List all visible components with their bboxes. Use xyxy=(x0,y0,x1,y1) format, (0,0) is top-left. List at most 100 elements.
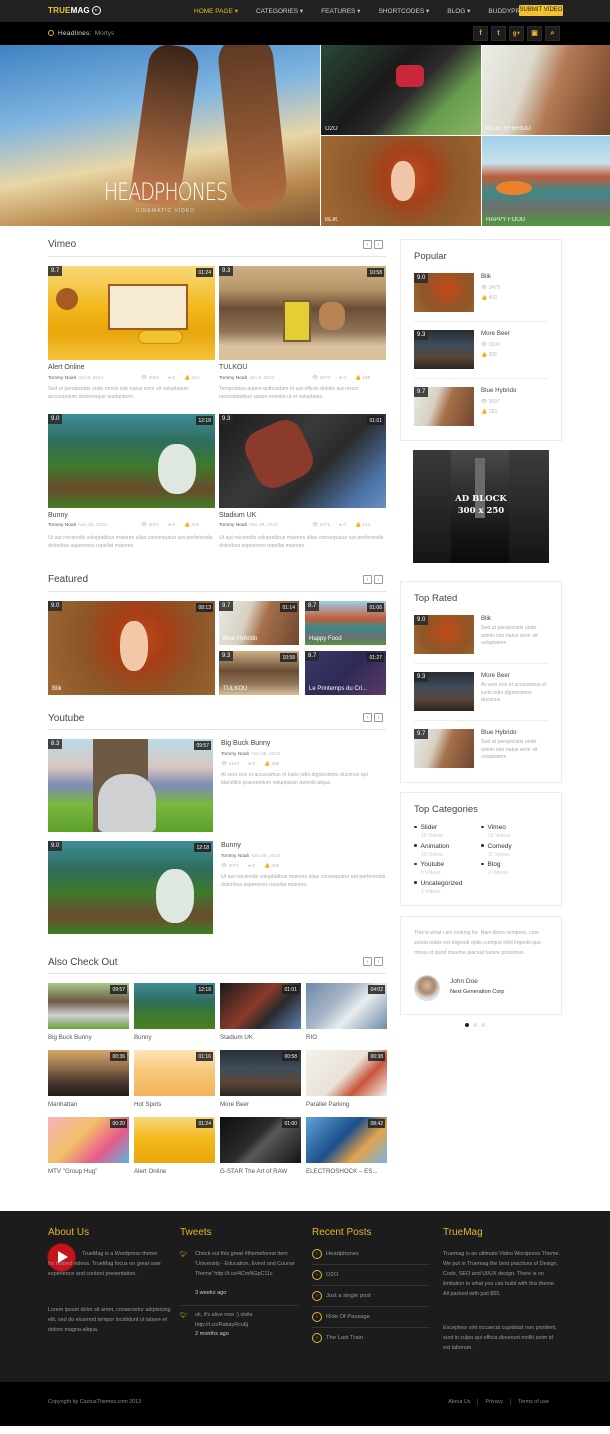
also-thumb[interactable]: 00:58 xyxy=(220,1050,301,1096)
featured-thumb[interactable]: 9.7 01:14 Blue Hybrido xyxy=(219,601,299,645)
nav-features[interactable]: FEATURES ▾ xyxy=(321,7,360,15)
also-thumb[interactable]: 00:38 xyxy=(306,1050,387,1096)
video-thumb[interactable]: 9.7 01:24 xyxy=(48,266,215,360)
featured-thumb[interactable]: 9.3 10:58 TULKOU xyxy=(219,651,299,695)
also-thumb[interactable]: 00:36 xyxy=(48,1050,129,1096)
also-title[interactable]: RIO xyxy=(306,1034,317,1041)
google-plus-icon[interactable]: g+ xyxy=(509,26,524,41)
category-link[interactable]: Vimeo xyxy=(481,824,506,831)
video-title[interactable]: Alert Online xyxy=(48,364,85,371)
also-title[interactable]: Parallel Parking xyxy=(306,1101,349,1108)
also-thumb[interactable]: 01:01 xyxy=(220,983,301,1029)
next-arrow-icon[interactable]: › xyxy=(374,713,383,722)
video-thumb[interactable]: 8.3 09:57 xyxy=(48,739,213,832)
pager-dot-active[interactable] xyxy=(465,1023,469,1027)
hero-tile[interactable]: BLIK xyxy=(321,136,481,226)
recent-post-link[interactable]: Just a single post xyxy=(326,1293,371,1299)
category-link[interactable]: Animation xyxy=(414,843,450,850)
popular-thumb[interactable]: 9.3 xyxy=(414,330,474,369)
also-title[interactable]: G-STAR The Art of RAW xyxy=(220,1168,287,1175)
author-link[interactable]: Tommy Noah xyxy=(48,523,76,528)
top-rated-title[interactable]: More Beer xyxy=(481,672,510,679)
footer-link-about[interactable]: About Us xyxy=(441,1399,477,1405)
also-thumb[interactable]: 09:57 xyxy=(48,983,129,1029)
featured-thumb[interactable]: 9.0 08:13 Blik xyxy=(48,601,215,695)
featured-thumb[interactable]: 8.7 01:27 Le Printemps du Cri... xyxy=(305,651,386,695)
popular-title[interactable]: Blik xyxy=(481,273,491,280)
video-title[interactable]: Bunny xyxy=(48,512,68,519)
prev-arrow-icon[interactable]: ‹ xyxy=(363,957,372,966)
category-link[interactable]: Youtube xyxy=(414,861,445,868)
recent-post-link[interactable]: O2O xyxy=(326,1272,338,1278)
pager-dot[interactable] xyxy=(473,1023,477,1027)
headline-link[interactable]: Mortys xyxy=(95,30,115,37)
top-rated-thumb[interactable]: 9.7 xyxy=(414,729,474,768)
author-link[interactable]: Tommy Noah xyxy=(219,376,247,381)
video-title[interactable]: Big Buck Bunny xyxy=(221,740,270,747)
footer-link-terms[interactable]: Terms of use xyxy=(510,1399,556,1405)
top-rated-thumb[interactable]: 9.3 xyxy=(414,672,474,711)
also-title[interactable]: Alert Online xyxy=(134,1168,166,1175)
prev-arrow-icon[interactable]: ‹ xyxy=(363,240,372,249)
recent-post-link[interactable]: Ride Of Passage xyxy=(326,1314,370,1320)
featured-thumb[interactable]: 8.7 01:06 Happy Food xyxy=(305,601,386,645)
video-title[interactable]: TULKOU xyxy=(219,364,247,371)
popular-title[interactable]: Blue Hybrido xyxy=(481,387,516,394)
also-thumb[interactable]: 01:16 xyxy=(134,1050,215,1096)
pager-dot[interactable] xyxy=(481,1023,485,1027)
hero-tile[interactable]: BLUE HYBRIDO xyxy=(482,45,610,135)
popular-thumb[interactable]: 9.7 xyxy=(414,387,474,426)
recent-post-link[interactable]: The Last Train xyxy=(326,1335,363,1341)
category-link[interactable]: Slider xyxy=(414,824,438,831)
also-title[interactable]: Big Buck Bunny xyxy=(48,1034,92,1041)
video-thumb[interactable]: 9.3 10:58 xyxy=(219,266,386,360)
also-thumb[interactable]: 08:42 xyxy=(306,1117,387,1163)
top-rated-title[interactable]: Blik xyxy=(481,615,491,622)
author-link[interactable]: Tommy Noah xyxy=(221,752,249,757)
also-title[interactable]: Hot Spots xyxy=(134,1101,161,1108)
author-link[interactable]: Tommy Noah xyxy=(48,376,76,381)
prev-arrow-icon[interactable]: ‹ xyxy=(363,713,372,722)
author-link[interactable]: Tommy Noah xyxy=(219,523,247,528)
also-title[interactable]: Manhattan xyxy=(48,1101,77,1108)
video-thumb[interactable]: 9.0 12:18 xyxy=(48,414,215,508)
also-thumb[interactable]: 00:20 xyxy=(48,1117,129,1163)
also-title[interactable]: Bunny xyxy=(134,1034,152,1041)
tweet-time[interactable]: 3 weeks ago xyxy=(195,1290,226,1296)
nav-home[interactable]: HOME PAGE ▾ xyxy=(194,7,238,15)
category-link[interactable]: Blog xyxy=(481,861,501,868)
category-link[interactable]: Uncategorized xyxy=(414,880,463,887)
also-title[interactable]: ELECTROSHOCK – ES... xyxy=(306,1168,378,1175)
top-rated-thumb[interactable]: 9.0 xyxy=(414,615,474,654)
logo[interactable]: TRUEMAG xyxy=(48,6,101,15)
nav-blog[interactable]: BLOG ▾ xyxy=(447,7,470,15)
also-thumb[interactable]: 04:02 xyxy=(306,983,387,1029)
video-title[interactable]: Bunny xyxy=(221,842,241,849)
video-thumb[interactable]: 9.3 01:01 xyxy=(219,414,386,508)
next-arrow-icon[interactable]: › xyxy=(374,957,383,966)
nav-categories[interactable]: CATEGORIES ▾ xyxy=(256,7,303,15)
twitter-icon[interactable]: t xyxy=(491,26,506,41)
facebook-icon[interactable]: f xyxy=(473,26,488,41)
category-link[interactable]: Comedy xyxy=(481,843,512,850)
nav-shortcodes[interactable]: SHORTCODES ▾ xyxy=(378,7,429,15)
also-thumb[interactable]: 01:00 xyxy=(220,1117,301,1163)
hero-main-slide[interactable]: HEADPHONES CINEMATIC VIDEO xyxy=(0,45,320,226)
submit-video-button[interactable]: SUBMIT VIDEO xyxy=(519,5,563,16)
tweet-time[interactable]: 2 months ago xyxy=(195,1331,229,1337)
also-thumb[interactable]: 01:24 xyxy=(134,1117,215,1163)
search-icon[interactable]: ⌕ xyxy=(545,26,560,41)
ad-block[interactable]: AD BLOCK 300 x 250 xyxy=(413,450,549,563)
popular-thumb[interactable]: 9.0 xyxy=(414,273,474,312)
popular-title[interactable]: More Beer xyxy=(481,330,510,337)
video-title[interactable]: Stadium UK xyxy=(219,512,256,519)
top-rated-title[interactable]: Blue Hybrido xyxy=(481,729,516,736)
author-link[interactable]: Tommy Noah xyxy=(221,854,249,859)
also-title[interactable]: Stadium UK xyxy=(220,1034,253,1041)
video-thumb[interactable]: 9.0 12:18 xyxy=(48,841,213,934)
youtube-icon[interactable]: ▣ xyxy=(527,26,542,41)
prev-arrow-icon[interactable]: ‹ xyxy=(363,575,372,584)
next-arrow-icon[interactable]: › xyxy=(374,575,383,584)
footer-link-privacy[interactable]: Privacy xyxy=(477,1399,510,1405)
next-arrow-icon[interactable]: › xyxy=(374,240,383,249)
